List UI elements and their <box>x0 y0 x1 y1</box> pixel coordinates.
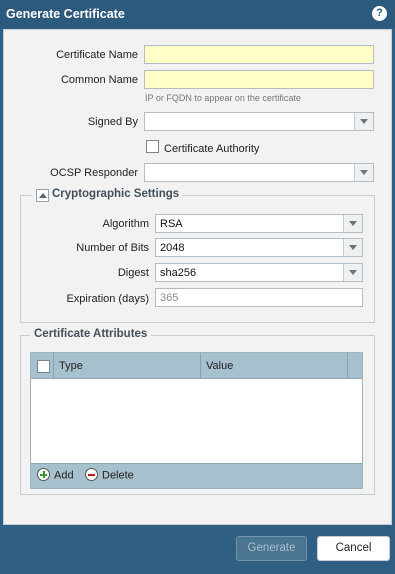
algorithm-select[interactable]: RSA <box>155 214 363 233</box>
common-name-label: Common Name <box>60 74 138 86</box>
select-all-checkbox[interactable] <box>37 360 50 373</box>
common-name-hint: IP or FQDN to appear on the certificate <box>145 93 301 103</box>
column-header-value[interactable]: Value <box>206 360 233 372</box>
chevron-down-icon[interactable] <box>343 239 362 256</box>
common-name-input[interactable] <box>144 70 374 89</box>
digest-label: Digest <box>117 267 149 279</box>
number-of-bits-label: Number of Bits <box>76 242 149 254</box>
ocsp-responder-select[interactable] <box>144 163 374 182</box>
delete-button[interactable]: Delete <box>85 468 134 482</box>
chevron-down-icon[interactable] <box>343 215 362 232</box>
table-toolbar: Add Delete <box>31 463 362 488</box>
ocsp-responder-label: OCSP Responder <box>50 167 138 179</box>
algorithm-label: Algorithm <box>102 218 149 230</box>
column-divider <box>53 353 54 378</box>
help-icon[interactable]: ? <box>372 6 387 21</box>
add-icon <box>37 468 50 481</box>
collapse-icon[interactable] <box>36 189 49 202</box>
certificate-attributes-legend: Certificate Attributes <box>30 328 152 340</box>
cancel-button[interactable]: Cancel <box>317 536 390 561</box>
column-divider <box>347 353 348 378</box>
generate-button[interactable]: Generate <box>236 536 307 561</box>
column-divider <box>200 353 201 378</box>
chevron-down-icon[interactable] <box>354 113 373 130</box>
certificate-name-label: Certificate Name <box>56 49 138 61</box>
digest-select[interactable]: sha256 <box>155 263 363 282</box>
expiration-label: Expiration (days) <box>66 293 149 305</box>
number-of-bits-select[interactable]: 2048 <box>155 238 363 257</box>
certificate-authority-checkbox[interactable] <box>146 140 159 153</box>
certificate-name-input[interactable] <box>144 45 374 64</box>
signed-by-select[interactable] <box>144 112 374 131</box>
add-button[interactable]: Add <box>37 468 74 482</box>
chevron-down-icon[interactable] <box>354 164 373 181</box>
dialog-title: Generate Certificate <box>6 7 125 21</box>
table-header: Type Value <box>31 353 362 379</box>
dialog-titlebar: Generate Certificate ? <box>0 0 395 28</box>
column-header-type[interactable]: Type <box>59 360 83 372</box>
expiration-input[interactable]: 365 <box>155 288 363 307</box>
add-label: Add <box>54 469 74 482</box>
certificate-authority-label: Certificate Authority <box>164 143 260 155</box>
signed-by-label: Signed By <box>87 116 138 128</box>
cryptographic-settings-legend: Cryptographic Settings <box>32 188 184 200</box>
attributes-table: Type Value Add Delete <box>30 352 363 489</box>
delete-label: Delete <box>102 469 134 482</box>
delete-icon <box>85 468 98 481</box>
chevron-down-icon[interactable] <box>343 264 362 281</box>
